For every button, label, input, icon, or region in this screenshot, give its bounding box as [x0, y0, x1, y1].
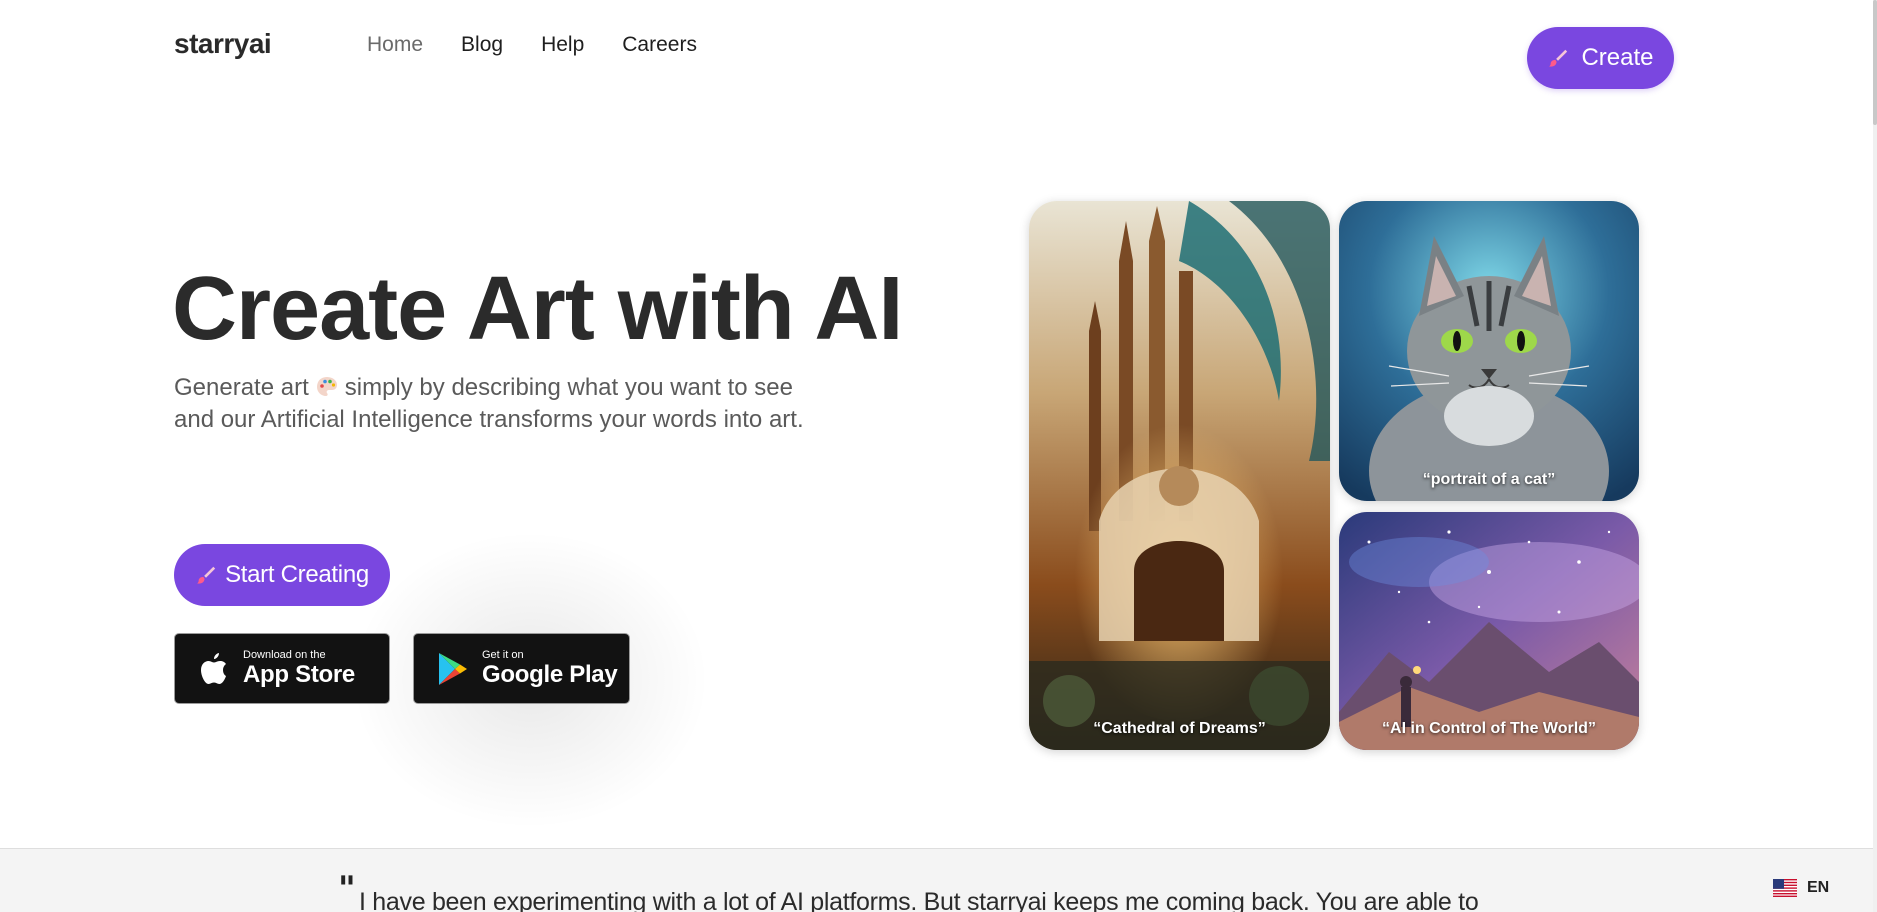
start-creating-label: Start Creating: [225, 561, 369, 588]
hero-subtitle-part1: Generate art: [174, 374, 309, 401]
google-play-small: Get it on: [482, 649, 524, 661]
cat-image: [1339, 201, 1639, 501]
paintbrush-icon: [1549, 49, 1568, 67]
start-creating-button[interactable]: Start Creating: [174, 544, 390, 606]
google-play-button[interactable]: Get it on Google Play: [413, 633, 630, 704]
language-selector[interactable]: EN: [1773, 879, 1829, 897]
us-flag-icon: [1773, 879, 1797, 897]
gallery-card-cathedral[interactable]: “Cathedral of Dreams”: [1029, 201, 1330, 750]
nav-careers[interactable]: Careers: [622, 33, 697, 57]
language-label: EN: [1807, 879, 1830, 896]
logo-text[interactable]: starryai: [174, 28, 272, 59]
gallery-card-cat[interactable]: “portrait of a cat”: [1339, 201, 1639, 501]
palette-icon: [316, 377, 337, 396]
google-play-big: Google Play: [482, 661, 618, 688]
app-store-text: Download on the App Store: [243, 650, 355, 687]
cathedral-caption: “Cathedral of Dreams”: [1093, 720, 1266, 737]
space-image: [1339, 512, 1639, 750]
scrollbar-track[interactable]: [1873, 0, 1877, 912]
main-nav: Home Blog Help Careers: [367, 33, 697, 57]
google-play-icon: [436, 650, 470, 688]
hero-title: Create Art with AI: [172, 259, 903, 359]
nav-help[interactable]: Help: [541, 33, 584, 57]
apple-icon: [197, 650, 231, 688]
space-caption: “AI in Control of The World”: [1382, 720, 1596, 737]
create-button[interactable]: Create: [1527, 27, 1674, 89]
google-play-text: Get it on Google Play: [482, 649, 618, 688]
scrollbar-thumb[interactable]: [1873, 0, 1877, 125]
cathedral-image: [1029, 201, 1330, 750]
logo[interactable]: starryai: [174, 28, 272, 60]
testimonial-text: I have been experimenting with a lot of …: [359, 888, 1479, 912]
hero-subtitle: Generate art simply by describing what y…: [174, 372, 834, 436]
cat-caption: “portrait of a cat”: [1422, 471, 1556, 488]
nav-blog[interactable]: Blog: [461, 33, 503, 57]
paintbrush-icon: [196, 566, 216, 584]
gallery-card-space[interactable]: “AI in Control of The World”: [1339, 512, 1639, 750]
quote-icon: ": [338, 869, 356, 909]
app-store-big: App Store: [243, 661, 355, 688]
nav-home[interactable]: Home: [367, 33, 423, 57]
create-button-label: Create: [1581, 44, 1654, 71]
app-store-small: Download on the: [243, 649, 326, 661]
app-store-button[interactable]: Download on the App Store: [174, 633, 390, 704]
